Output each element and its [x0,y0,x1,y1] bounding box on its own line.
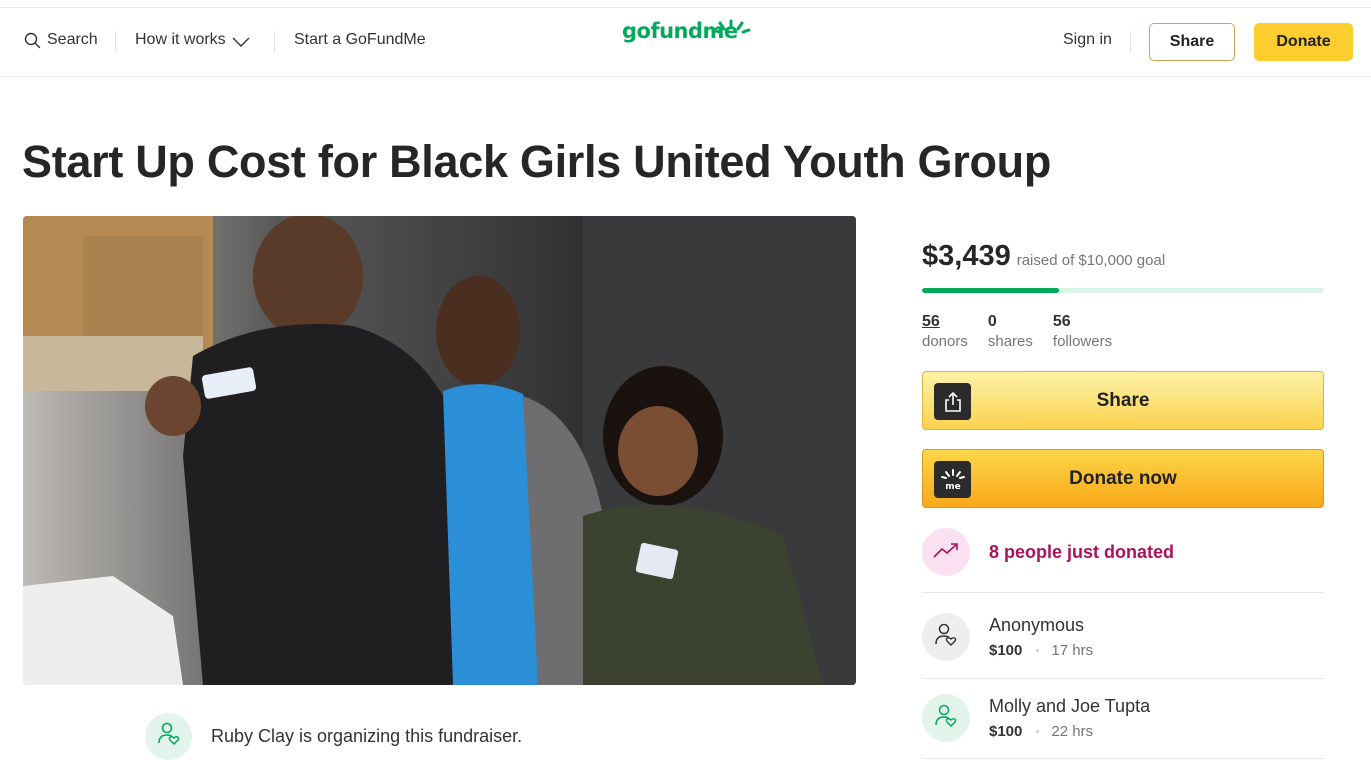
sign-in-label: Sign in [1063,31,1112,48]
gofundme-me-icon: me [934,461,971,498]
donate-button[interactable]: Donate [1254,23,1353,61]
raised-goal: raised of $10,000 goal [1016,252,1166,269]
chevron-down-icon [232,37,250,47]
raised-amount: $3,439 [922,240,1011,272]
stat-donors[interactable]: 56 donors [922,313,968,350]
organizer-text: Ruby Clay is organizing this fundraiser. [211,726,523,746]
stat-label: followers [1052,333,1113,350]
how-it-works-label: How it works [135,31,226,48]
divider [922,758,1324,759]
start-gofundme-link[interactable]: Start a GoFundMe [294,31,426,49]
separator-dot [1036,730,1040,733]
divider [922,592,1324,593]
stat-shares: 0 shares [988,313,1033,350]
top-border [0,0,1371,8]
progress-fill [922,288,1059,293]
donor-name: Molly and Joe Tupta [989,696,1151,716]
campaign-photo[interactable] [23,216,856,685]
gofundme-logo[interactable]: gofundme [622,19,751,44]
raised-summary: $3,439 raised of $10,000 goal [922,240,1324,273]
nav-divider [1130,31,1131,53]
search-label: Search [47,31,98,48]
share-upload-icon [934,383,971,420]
start-gofundme-label: Start a GoFundMe [294,31,426,48]
donor-name: Anonymous [989,615,1085,635]
stat-followers: 56 followers [1053,313,1112,350]
stat-label: shares [987,333,1033,350]
organizer-avatar [145,713,192,760]
user-heart-icon [933,622,959,653]
divider [922,678,1324,679]
share-button-large[interactable]: Share [922,371,1324,430]
search-icon [24,32,41,49]
campaign-title: Start Up Cost for Black Girls United You… [22,136,1052,187]
search-link[interactable]: Search [24,31,98,49]
trending-up-icon [933,542,959,563]
donate-now-button[interactable]: me Donate now [922,449,1324,508]
progress-bar [922,288,1324,293]
svg-text:me: me [945,482,960,492]
donation-amount: $100 [989,642,1023,659]
stat-value: 0 [987,313,997,330]
nav-divider [274,31,275,53]
trend-badge [922,528,970,576]
user-heart-icon [156,721,182,752]
stat-value: 56 [922,313,940,330]
donor-avatar [922,613,970,661]
user-heart-icon [933,703,959,734]
donate-now-label: Donate now [1069,467,1177,489]
recent-donations-trend: 8 people just donated [922,528,1174,576]
donation-sidebar: $3,439 raised of $10,000 goal 56 donors … [922,240,1324,759]
donation-time: 17 hrs [1051,642,1094,659]
donation-time: 22 hrs [1051,723,1094,740]
stat-value: 56 [1052,313,1071,330]
share-button-label: Share [1096,389,1150,411]
organizer-row: Ruby Clay is organizing this fundraiser. [145,713,522,760]
sun-logo-icon [710,19,752,44]
top-nav: Search How it works Start a GoFundMe gof… [0,9,1371,77]
sign-in-link[interactable]: Sign in [1063,31,1112,49]
nav-divider [115,31,116,53]
how-it-works-menu[interactable]: How it works [135,31,250,49]
separator-dot [1036,649,1040,652]
donor-avatar [922,694,970,742]
campaign-photo-illustration [23,216,856,685]
trend-text: 8 people just donated [989,541,1175,562]
donation-item: Molly and Joe Tupta $100 22 hrs [922,694,1150,742]
donation-amount: $100 [989,723,1023,740]
stats-row: 56 donors 0 shares 56 followers [922,313,1132,350]
donation-item: Anonymous $100 17 hrs [922,613,1093,661]
share-button[interactable]: Share [1149,23,1235,61]
stat-label: donors [922,333,968,350]
